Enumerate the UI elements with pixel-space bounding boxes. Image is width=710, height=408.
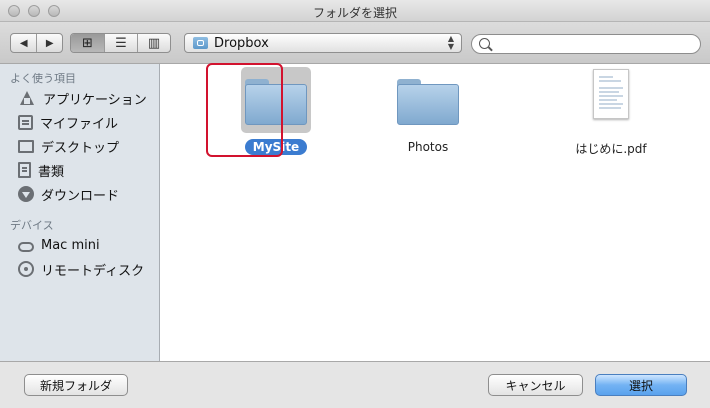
- column-view-button[interactable]: ▥: [137, 34, 170, 52]
- sidebar-item-label: マイファイル: [40, 116, 119, 132]
- back-button[interactable]: ◀: [11, 34, 36, 52]
- popup-arrows-icon: ▲ ▼: [447, 34, 454, 51]
- title-bar: フォルダを選択: [0, 0, 710, 22]
- sidebar-item-label: アプリケーション: [43, 92, 147, 108]
- list-view-button[interactable]: ☰: [104, 34, 137, 52]
- back-forward-control: ◀ ▶: [10, 33, 63, 53]
- forward-button[interactable]: ▶: [36, 34, 62, 52]
- sidebar-item-documents[interactable]: 書類: [18, 160, 64, 180]
- search-input[interactable]: [496, 37, 696, 53]
- sidebar-item-label: リモートディスク: [41, 263, 145, 279]
- forward-arrow-icon: ▶: [45, 37, 54, 49]
- column-view-icon: ▥: [147, 35, 161, 51]
- search-icon: [479, 38, 490, 49]
- pdf-document-icon: [593, 69, 629, 119]
- sidebar-item-remote-disc[interactable]: リモートディスク: [18, 259, 144, 279]
- downloads-icon: [18, 186, 34, 202]
- back-arrow-icon: ◀: [19, 37, 28, 49]
- mac-mini-icon: [18, 241, 34, 252]
- favorites-section-title: よく使う項目: [10, 72, 76, 85]
- cancel-button[interactable]: キャンセル: [488, 374, 583, 396]
- sidebar-item-label: 書類: [38, 164, 65, 180]
- sidebar-item-desktop[interactable]: デスクトップ: [18, 136, 119, 156]
- applications-icon: [18, 90, 36, 106]
- file-name: はじめに.pdf: [575, 142, 647, 156]
- desktop-icon: [18, 140, 34, 153]
- choose-button[interactable]: 選択: [595, 374, 687, 396]
- sidebar: よく使う項目 アプリケーション マイファイル デスクトップ 書類 ダウンロード …: [0, 64, 160, 361]
- sidebar-item-downloads[interactable]: ダウンロード: [18, 184, 119, 204]
- sidebar-item-label: ダウンロード: [41, 188, 120, 204]
- toolbar: ◀ ▶ ⊞ ☰ ▥ Dropbox ▲ ▼: [0, 22, 710, 64]
- icon-view-icon: ⊞: [82, 35, 93, 51]
- file-item-pdf[interactable]: はじめに.pdf: [551, 67, 671, 158]
- sidebar-item-label: デスクトップ: [41, 140, 120, 156]
- folder-icon: [397, 79, 459, 125]
- file-name: Photos: [407, 140, 449, 154]
- sidebar-item-mac-mini[interactable]: Mac mini: [18, 235, 100, 255]
- documents-icon: [18, 162, 31, 178]
- view-mode-control: ⊞ ☰ ▥: [70, 33, 171, 53]
- devices-section-title: デバイス: [10, 219, 54, 232]
- sidebar-item-all-my-files[interactable]: マイファイル: [18, 112, 118, 132]
- icon-view-button[interactable]: ⊞: [71, 34, 104, 52]
- all-my-files-icon: [18, 114, 33, 130]
- bottom-bar: 新規フォルダ キャンセル 選択: [0, 361, 710, 408]
- remote-disc-icon: [18, 261, 34, 277]
- new-folder-button[interactable]: 新規フォルダ: [24, 374, 128, 396]
- location-popup[interactable]: Dropbox ▲ ▼: [184, 33, 462, 53]
- location-label: Dropbox: [214, 36, 269, 51]
- file-item-photos[interactable]: Photos: [368, 67, 488, 155]
- list-view-icon: ☰: [115, 35, 127, 51]
- sidebar-item-label: Mac mini: [41, 237, 100, 253]
- sidebar-item-applications[interactable]: アプリケーション: [18, 88, 147, 108]
- search-field[interactable]: [471, 34, 701, 54]
- mysite-highlight-frame: [206, 63, 283, 157]
- window-title: フォルダを選択: [312, 6, 397, 20]
- dropbox-folder-icon: [193, 37, 208, 49]
